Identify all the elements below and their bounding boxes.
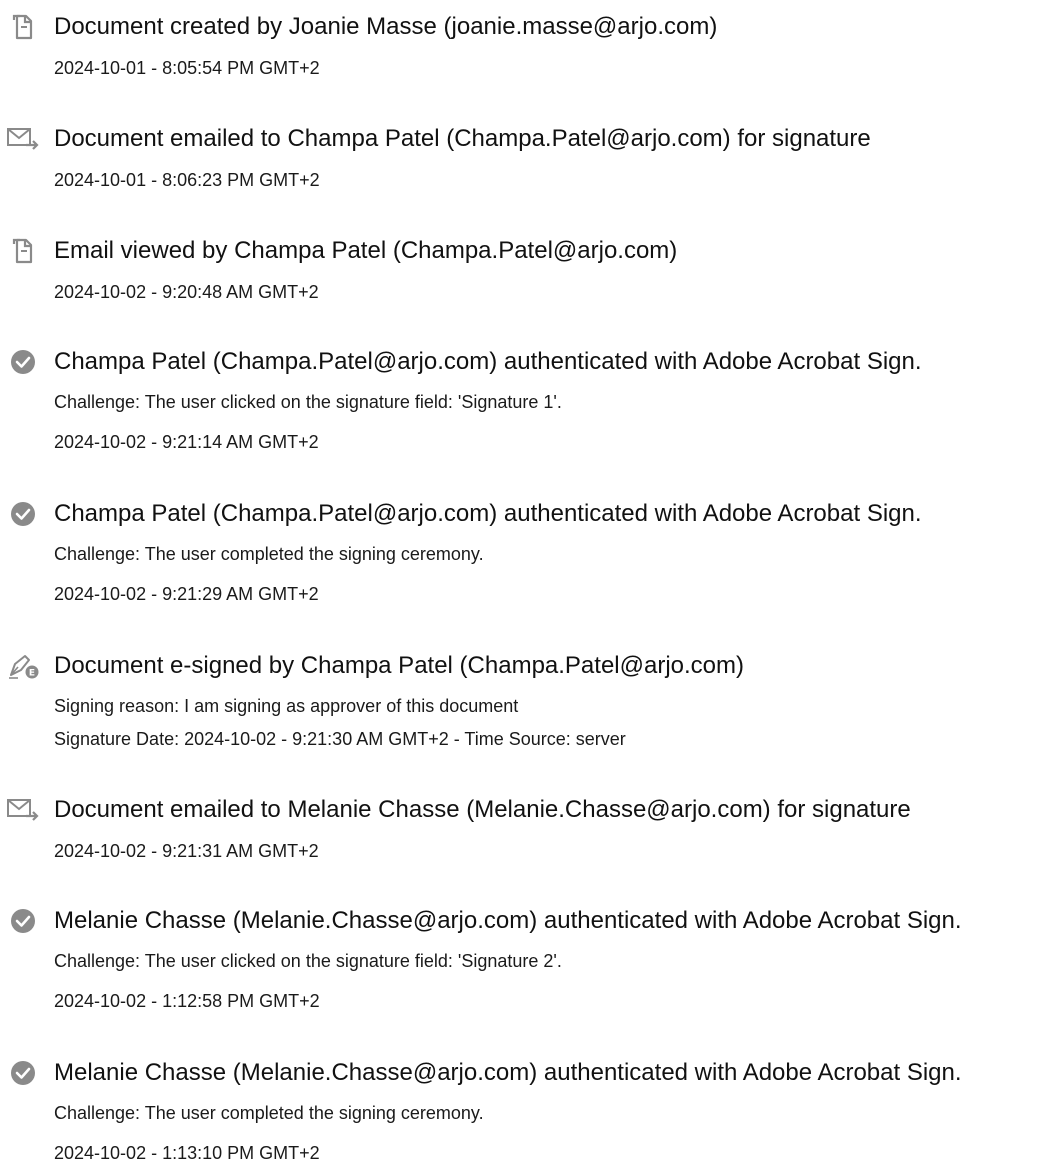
event-signature-date: Signature Date: 2024-10-02 - 9:21:30 AM … — [54, 729, 626, 749]
check-circle-icon — [11, 1061, 35, 1085]
event-timestamp: 2024-10-02 - 9:21:31 AM GMT+2 — [54, 841, 319, 861]
event-title: Melanie Chasse (Melanie.Chasse@arjo.com)… — [54, 1059, 962, 1086]
event-title: Document e-signed by Champa Patel (Champ… — [54, 652, 745, 679]
email-forward-icon — [7, 799, 39, 821]
event-challenge: Challenge: The user clicked on the signa… — [54, 392, 562, 412]
event-timestamp: 2024-10-02 - 9:21:14 AM GMT+2 — [54, 432, 319, 452]
check-circle-icon — [11, 502, 35, 526]
email-forward-icon — [7, 128, 39, 150]
event-title: Document created by Joanie Masse (joanie… — [54, 13, 718, 40]
check-circle-icon — [11, 909, 35, 933]
check-circle-icon — [11, 350, 35, 374]
event-title: Champa Patel (Champa.Patel@arjo.com) aut… — [54, 348, 922, 375]
svg-text:E: E — [29, 669, 35, 679]
event-timestamp: 2024-10-01 - 8:06:23 PM GMT+2 — [54, 170, 320, 190]
document-icon — [12, 14, 33, 40]
event-title: Melanie Chasse (Melanie.Chasse@arjo.com)… — [54, 907, 962, 934]
event-challenge: Challenge: The user completed the signin… — [54, 1103, 484, 1123]
pen-esign-icon: E — [9, 655, 39, 679]
event-timestamp: 2024-10-02 - 9:20:48 AM GMT+2 — [54, 282, 319, 302]
event-title: Document emailed to Melanie Chasse (Mela… — [54, 796, 911, 823]
event-challenge: Challenge: The user completed the signin… — [54, 544, 484, 564]
document-icon — [12, 238, 33, 264]
event-timestamp: 2024-10-01 - 8:05:54 PM GMT+2 — [54, 58, 320, 78]
event-challenge: Challenge: The user clicked on the signa… — [54, 951, 562, 971]
event-timestamp: 2024-10-02 - 1:13:10 PM GMT+2 — [54, 1143, 320, 1163]
event-title: Champa Patel (Champa.Patel@arjo.com) aut… — [54, 500, 922, 527]
event-signing-reason: Signing reason: I am signing as approver… — [54, 696, 519, 716]
event-title: Document emailed to Champa Patel (Champa… — [54, 125, 871, 152]
event-timestamp: 2024-10-02 - 9:21:29 AM GMT+2 — [54, 584, 319, 604]
event-timestamp: 2024-10-02 - 1:12:58 PM GMT+2 — [54, 991, 320, 1011]
event-title: Email viewed by Champa Patel (Champa.Pat… — [54, 237, 678, 264]
